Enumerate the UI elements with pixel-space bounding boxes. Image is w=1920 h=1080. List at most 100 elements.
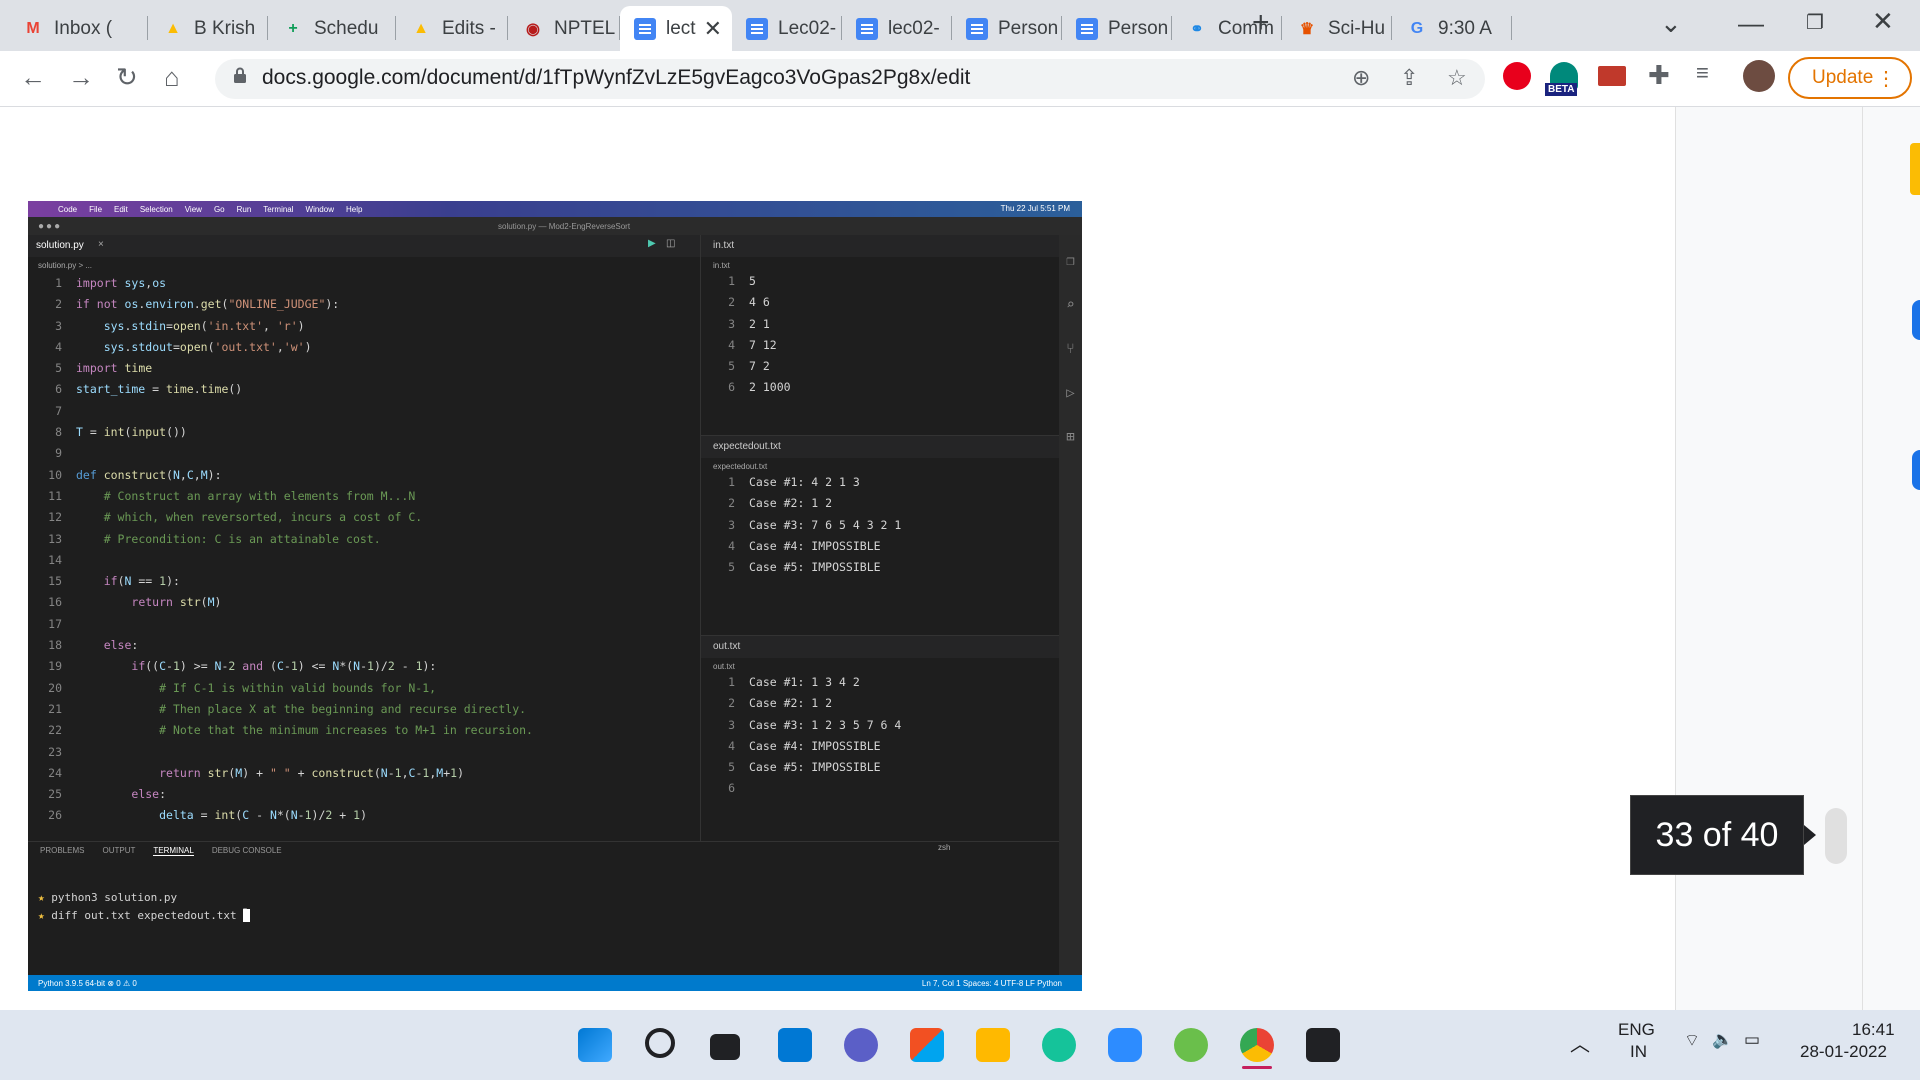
code-line[interactable]: 62 1000 [705, 377, 790, 398]
clock-date[interactable]: 28-01-2022 [1800, 1042, 1887, 1062]
zoom-icon[interactable]: ⊕ [1352, 65, 1370, 91]
tab-6[interactable]: Lec02- [732, 6, 842, 51]
code-line[interactable]: 19 if((C-1) >= N-2 and (C-1) <= N*(N-1)/… [32, 656, 533, 677]
code-line[interactable]: 6 [705, 778, 901, 799]
tab-3[interactable]: ▲ Edits - [396, 6, 508, 51]
expected-file-content[interactable]: 1 Case #1: 4 2 1 3 2 Case #2: 1 2 3 Case #3: … [705, 472, 901, 578]
code-line[interactable]: 15 if(N == 1): [32, 571, 533, 592]
mac-menu-item[interactable]: Code [58, 205, 77, 214]
tray-chevron-icon[interactable]: ︿ [1570, 1028, 1590, 1057]
start-button-icon[interactable] [578, 1028, 612, 1062]
back-button[interactable]: ← [20, 62, 46, 93]
adblock-extension-icon[interactable] [1503, 62, 1531, 90]
tab-expectedout-txt[interactable]: expectedout.txt [713, 441, 781, 452]
evernote-icon[interactable] [1174, 1028, 1208, 1062]
code-line[interactable]: 1 import sys,os [32, 273, 533, 294]
clock-time[interactable]: 16:41 [1852, 1020, 1895, 1040]
scrollbar-thumb[interactable] [1825, 808, 1847, 864]
new-tab-button[interactable]: + [1252, 6, 1270, 40]
code-line[interactable]: 6 start_time = time.time() [32, 379, 533, 400]
code-line[interactable]: 8T = int(input()) [32, 422, 533, 443]
code-line[interactable]: 13 # Precondition: C is an attainable co… [32, 529, 533, 550]
code-line[interactable]: 24 6 [705, 292, 791, 313]
tab-search-icon[interactable]: ⌄ [1660, 8, 1682, 39]
brick-extension-icon[interactable] [1598, 66, 1626, 86]
code-line[interactable]: 12 # which, when reversorted, incurs a c… [32, 507, 533, 528]
search-icon[interactable]: ⌕ [1059, 283, 1082, 327]
tab-9[interactable]: Person [1062, 6, 1172, 51]
sticky-notes-icon[interactable] [1306, 1028, 1340, 1062]
grammarly-icon[interactable] [1042, 1028, 1076, 1062]
code-line[interactable]: 10 def construct(N,C,M): [32, 465, 533, 486]
code-line[interactable]: 20 # If C-1 is within valid bounds for N… [32, 678, 533, 699]
code-line[interactable]: 5 Case #5: IMPOSSIBLE [705, 757, 901, 778]
search-taskbar-icon[interactable] [645, 1028, 675, 1058]
explorer-icon[interactable]: ❐ [1059, 239, 1082, 283]
panel-tab-debug-console[interactable]: DEBUG CONSOLE [212, 846, 282, 855]
code-line[interactable]: 2 Case #2: 1 2 [705, 493, 901, 514]
widgets-icon[interactable] [778, 1028, 812, 1062]
teams-chat-icon[interactable] [844, 1028, 878, 1062]
out-file-content[interactable]: 1 Case #1: 1 3 4 2 2 Case #2: 1 2 3 Case #3: … [705, 672, 901, 800]
url-text[interactable]: docs.google.com/document/d/1fTpWynfZvLzE… [262, 66, 970, 90]
bookmark-star-icon[interactable]: ☆ [1447, 65, 1467, 91]
code-line[interactable]: 1 Case #1: 1 3 4 2 [705, 672, 901, 693]
terminal-shell-label[interactable]: zsh [938, 843, 950, 852]
code-line[interactable]: 18 else: [32, 635, 533, 656]
file-explorer-icon[interactable] [976, 1028, 1010, 1062]
in-file-content[interactable]: 1524 632 147 12 5 7 262 1000 [705, 271, 791, 399]
code-editor[interactable]: 1 import sys,os 2 if not os.environ.get("ON… [32, 273, 533, 827]
code-line[interactable]: 4 Case #4: IMPOSSIBLE [705, 736, 901, 757]
zoom-app-icon[interactable] [1108, 1028, 1142, 1062]
battery-icon[interactable]: ▭ [1744, 1030, 1760, 1050]
chrome-taskbar-icon[interactable] [1240, 1028, 1274, 1062]
tab-close-icon[interactable]: ✕ [704, 16, 722, 42]
code-line[interactable]: 1 Case #1: 4 2 1 3 [705, 472, 901, 493]
code-line[interactable]: 21 # Then place X at the beginning and r… [32, 699, 533, 720]
code-line[interactable]: 14 [32, 550, 533, 571]
tab-5[interactable]: lect ✕ [620, 6, 732, 51]
mac-menu-item[interactable]: File [89, 205, 102, 214]
extensions-puzzle-icon[interactable]: ✚ [1648, 60, 1670, 91]
wifi-icon[interactable]: ⌔ [1684, 1030, 1700, 1051]
lang-bottom[interactable]: IN [1630, 1042, 1647, 1062]
extensions-icon[interactable]: ⊞ [1059, 415, 1082, 459]
tab-2[interactable]: + Schedu [268, 6, 396, 51]
reload-button[interactable]: ↻ [116, 62, 138, 93]
share-icon[interactable]: ⇪ [1400, 65, 1418, 91]
tab-in-txt[interactable]: in.txt [713, 240, 734, 251]
code-line[interactable]: 3 Case #3: 1 2 3 5 7 6 4 [705, 715, 901, 736]
code-line[interactable]: 9 [32, 443, 533, 464]
home-button[interactable]: ⌂ [164, 62, 180, 93]
mac-menu-item[interactable]: Window [306, 205, 334, 214]
debug-icon[interactable]: ▷ [1059, 371, 1082, 415]
tab-4[interactable]: ◉ NPTEL [508, 6, 620, 51]
run-icon[interactable]: ▶ [648, 238, 656, 249]
code-line[interactable]: 5 import time [32, 358, 533, 379]
panel-tab-terminal[interactable]: TERMINAL [153, 846, 194, 856]
mac-menu-item[interactable]: View [185, 205, 202, 214]
tasks-sidebar-icon[interactable] [1912, 300, 1920, 340]
keep-sidebar-icon[interactable] [1910, 143, 1920, 195]
code-line[interactable]: 3 sys.stdin=open('in.txt', 'r') [32, 316, 533, 337]
code-line[interactable]: 3 Case #3: 7 6 5 4 3 2 1 [705, 515, 901, 536]
tab-0[interactable]: M Inbox ( [8, 6, 148, 51]
source-control-icon[interactable]: ⑂ [1059, 327, 1082, 371]
panel-tab-problems[interactable]: PROBLEMS [40, 846, 84, 855]
panel-tab-output[interactable]: OUTPUT [102, 846, 135, 855]
tab-11[interactable]: ♛ Sci-Hu [1282, 6, 1392, 51]
mac-menu-item[interactable]: Selection [140, 205, 173, 214]
mac-menu-item[interactable]: Run [237, 205, 252, 214]
tab-out-txt[interactable]: out.txt [713, 641, 740, 652]
tab-8[interactable]: Person [952, 6, 1062, 51]
code-line[interactable]: 5 Case #5: IMPOSSIBLE [705, 557, 901, 578]
mac-menu-item[interactable]: Terminal [263, 205, 293, 214]
code-line[interactable]: 4 Case #4: IMPOSSIBLE [705, 536, 901, 557]
mac-menu-item[interactable]: Help [346, 205, 362, 214]
menu-dots-icon[interactable]: ⋮ [1876, 66, 1896, 91]
code-line[interactable]: 11 # Construct an array with elements fr… [32, 486, 533, 507]
mac-menu-item[interactable]: Go [214, 205, 225, 214]
code-line[interactable]: 15 [705, 271, 791, 292]
volume-icon[interactable]: 🔈 [1712, 1030, 1733, 1050]
code-line[interactable]: 7 [32, 401, 533, 422]
